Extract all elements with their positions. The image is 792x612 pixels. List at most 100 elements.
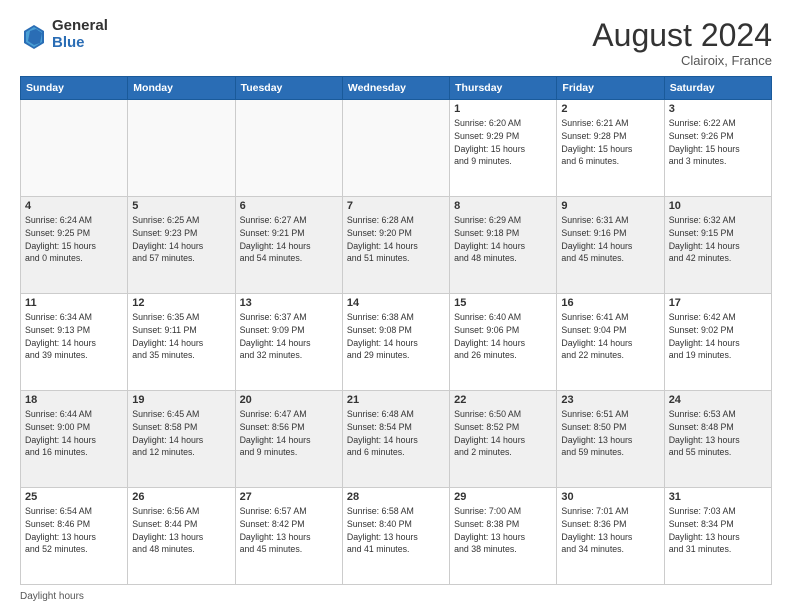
day-number: 23 <box>561 394 659 406</box>
day-info: Sunrise: 6:54 AM Sunset: 8:46 PM Dayligh… <box>25 505 123 556</box>
day-number: 15 <box>454 297 552 309</box>
day-info: Sunrise: 6:20 AM Sunset: 9:29 PM Dayligh… <box>454 117 552 168</box>
calendar-cell: 24 Sunrise: 6:53 AM Sunset: 8:48 PM Dayli… <box>664 391 771 488</box>
calendar-cell: 2Sunrise: 6:21 AM Sunset: 9:28 PM Daylig… <box>557 100 664 197</box>
calendar-cell: 7 Sunrise: 6:28 AM Sunset: 9:20 PM Daylig… <box>342 197 449 294</box>
day-number: 14 <box>347 297 445 309</box>
calendar-cell: 22 Sunrise: 6:50 AM Sunset: 8:52 PM Dayli… <box>450 391 557 488</box>
day-info: Sunrise: 6:51 AM Sunset: 8:50 PM Dayligh… <box>561 408 659 459</box>
day-number: 21 <box>347 394 445 406</box>
weekday-header-tuesday: Tuesday <box>235 77 342 100</box>
calendar-header-row: SundayMondayTuesdayWednesdayThursdayFrid… <box>21 77 772 100</box>
calendar-cell: 10Sunrise: 6:32 AM Sunset: 9:15 PM Dayli… <box>664 197 771 294</box>
footer: Daylight hours <box>20 591 772 602</box>
day-info: Sunrise: 6:35 AM Sunset: 9:11 PM Dayligh… <box>132 311 230 362</box>
calendar-cell: 30 Sunrise: 7:01 AM Sunset: 8:36 PM Dayli… <box>557 488 664 585</box>
day-number: 16 <box>561 297 659 309</box>
day-number: 4 <box>25 200 123 212</box>
calendar-cell: 28Sunrise: 6:58 AM Sunset: 8:40 PM Dayli… <box>342 488 449 585</box>
day-info: Sunrise: 6:29 AM Sunset: 9:18 PM Dayligh… <box>454 214 552 265</box>
month-title: August 2024 <box>592 18 772 53</box>
day-number: 3 <box>669 103 767 115</box>
day-info: Sunrise: 6:45 AM Sunset: 8:58 PM Dayligh… <box>132 408 230 459</box>
day-number: 7 <box>347 200 445 212</box>
day-number: 28 <box>347 491 445 503</box>
calendar-cell: 31Sunrise: 7:03 AM Sunset: 8:34 PM Dayli… <box>664 488 771 585</box>
day-number: 24 <box>669 394 767 406</box>
day-number: 13 <box>240 297 338 309</box>
title-block: August 2024 Clairoix, France <box>592 18 772 68</box>
day-info: Sunrise: 6:25 AM Sunset: 9:23 PM Dayligh… <box>132 214 230 265</box>
calendar-cell: 4 Sunrise: 6:24 AM Sunset: 9:25 PM Daylig… <box>21 197 128 294</box>
day-number: 6 <box>240 200 338 212</box>
calendar-cell: 16Sunrise: 6:41 AM Sunset: 9:04 PM Dayli… <box>557 294 664 391</box>
calendar-week-1: 4 Sunrise: 6:24 AM Sunset: 9:25 PM Daylig… <box>21 197 772 294</box>
calendar-cell: 20Sunrise: 6:47 AM Sunset: 8:56 PM Dayli… <box>235 391 342 488</box>
day-number: 9 <box>561 200 659 212</box>
weekday-header-sunday: Sunday <box>21 77 128 100</box>
calendar-cell <box>342 100 449 197</box>
day-info: Sunrise: 6:31 AM Sunset: 9:16 PM Dayligh… <box>561 214 659 265</box>
day-info: Sunrise: 6:44 AM Sunset: 9:00 PM Dayligh… <box>25 408 123 459</box>
day-number: 12 <box>132 297 230 309</box>
weekday-header-thursday: Thursday <box>450 77 557 100</box>
calendar-cell: 25 Sunrise: 6:54 AM Sunset: 8:46 PM Dayli… <box>21 488 128 585</box>
day-info: Sunrise: 6:42 AM Sunset: 9:02 PM Dayligh… <box>669 311 767 362</box>
calendar-cell: 1 Sunrise: 6:20 AM Sunset: 9:29 PM Daylig… <box>450 100 557 197</box>
day-number: 30 <box>561 491 659 503</box>
day-info: Sunrise: 6:57 AM Sunset: 8:42 PM Dayligh… <box>240 505 338 556</box>
calendar-cell: 26 Sunrise: 6:56 AM Sunset: 8:44 PM Dayli… <box>128 488 235 585</box>
day-number: 11 <box>25 297 123 309</box>
day-info: Sunrise: 6:50 AM Sunset: 8:52 PM Dayligh… <box>454 408 552 459</box>
day-info: Sunrise: 6:53 AM Sunset: 8:48 PM Dayligh… <box>669 408 767 459</box>
day-number: 17 <box>669 297 767 309</box>
day-number: 22 <box>454 394 552 406</box>
day-number: 29 <box>454 491 552 503</box>
day-info: Sunrise: 7:00 AM Sunset: 8:38 PM Dayligh… <box>454 505 552 556</box>
calendar-cell <box>235 100 342 197</box>
calendar-cell: 11 Sunrise: 6:34 AM Sunset: 9:13 PM Dayli… <box>21 294 128 391</box>
calendar-cell: 8Sunrise: 6:29 AM Sunset: 9:18 PM Daylig… <box>450 197 557 294</box>
day-info: Sunrise: 6:38 AM Sunset: 9:08 PM Dayligh… <box>347 311 445 362</box>
calendar-cell: 27 Sunrise: 6:57 AM Sunset: 8:42 PM Dayli… <box>235 488 342 585</box>
day-number: 18 <box>25 394 123 406</box>
day-number: 27 <box>240 491 338 503</box>
page: General Blue August 2024 Clairoix, Franc… <box>0 0 792 612</box>
day-number: 19 <box>132 394 230 406</box>
calendar-cell: 9 Sunrise: 6:31 AM Sunset: 9:16 PM Daylig… <box>557 197 664 294</box>
day-number: 1 <box>454 103 552 115</box>
calendar-cell <box>128 100 235 197</box>
calendar-cell: 29 Sunrise: 7:00 AM Sunset: 8:38 PM Dayli… <box>450 488 557 585</box>
day-number: 2 <box>561 103 659 115</box>
day-info: Sunrise: 6:24 AM Sunset: 9:25 PM Dayligh… <box>25 214 123 265</box>
daylight-label: Daylight hours <box>20 591 84 602</box>
day-number: 25 <box>25 491 123 503</box>
logo: General Blue <box>20 18 108 51</box>
calendar-week-3: 18 Sunrise: 6:44 AM Sunset: 9:00 PM Dayli… <box>21 391 772 488</box>
calendar-cell: 18 Sunrise: 6:44 AM Sunset: 9:00 PM Dayli… <box>21 391 128 488</box>
day-info: Sunrise: 6:37 AM Sunset: 9:09 PM Dayligh… <box>240 311 338 362</box>
day-info: Sunrise: 6:34 AM Sunset: 9:13 PM Dayligh… <box>25 311 123 362</box>
calendar-cell: 12 Sunrise: 6:35 AM Sunset: 9:11 PM Dayli… <box>128 294 235 391</box>
day-info: Sunrise: 6:48 AM Sunset: 8:54 PM Dayligh… <box>347 408 445 459</box>
day-info: Sunrise: 6:28 AM Sunset: 9:20 PM Dayligh… <box>347 214 445 265</box>
calendar-cell: 14 Sunrise: 6:38 AM Sunset: 9:08 PM Dayli… <box>342 294 449 391</box>
calendar-week-0: 1 Sunrise: 6:20 AM Sunset: 9:29 PM Daylig… <box>21 100 772 197</box>
day-number: 10 <box>669 200 767 212</box>
day-info: Sunrise: 6:56 AM Sunset: 8:44 PM Dayligh… <box>132 505 230 556</box>
weekday-header-saturday: Saturday <box>664 77 771 100</box>
calendar-week-4: 25 Sunrise: 6:54 AM Sunset: 8:46 PM Dayli… <box>21 488 772 585</box>
day-info: Sunrise: 6:22 AM Sunset: 9:26 PM Dayligh… <box>669 117 767 168</box>
calendar-cell: 5Sunrise: 6:25 AM Sunset: 9:23 PM Daylig… <box>128 197 235 294</box>
header: General Blue August 2024 Clairoix, Franc… <box>20 18 772 68</box>
day-info: Sunrise: 7:01 AM Sunset: 8:36 PM Dayligh… <box>561 505 659 556</box>
calendar-cell <box>21 100 128 197</box>
location: Clairoix, France <box>592 53 772 68</box>
calendar-cell: 3 Sunrise: 6:22 AM Sunset: 9:26 PM Daylig… <box>664 100 771 197</box>
weekday-header-friday: Friday <box>557 77 664 100</box>
day-number: 26 <box>132 491 230 503</box>
calendar-cell: 6Sunrise: 6:27 AM Sunset: 9:21 PM Daylig… <box>235 197 342 294</box>
day-info: Sunrise: 6:47 AM Sunset: 8:56 PM Dayligh… <box>240 408 338 459</box>
logo-text: General Blue <box>52 18 108 51</box>
calendar-cell: 21 Sunrise: 6:48 AM Sunset: 8:54 PM Dayli… <box>342 391 449 488</box>
